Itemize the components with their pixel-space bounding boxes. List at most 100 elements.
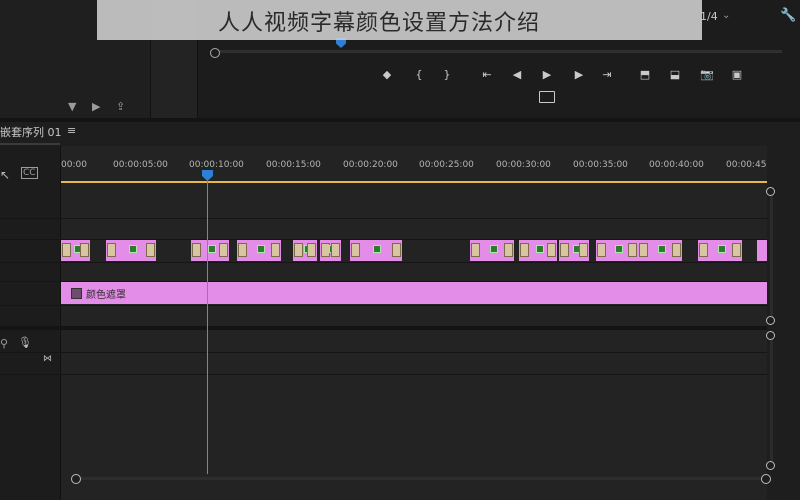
add-marker-button[interactable]: ◆: [378, 68, 396, 81]
transition-marker: [107, 243, 116, 257]
transition-marker: [560, 243, 569, 257]
watermark-title: 人人视频字幕颜色设置方法介绍: [218, 11, 541, 36]
video-scrollbar[interactable]: [770, 192, 773, 318]
ruler-tick-label: 00:00:45:: [726, 160, 770, 170]
scroll-handle[interactable]: [766, 316, 775, 325]
transition-marker: [307, 243, 316, 257]
ruler-tick-label: 00:00: [61, 160, 87, 170]
playhead-line[interactable]: [207, 178, 208, 474]
sequence-tab[interactable]: 嵌套序列 01: [0, 124, 62, 140]
video-clip[interactable]: [698, 240, 742, 261]
transition-marker: [219, 243, 228, 257]
go-to-out-button[interactable]: ⇥: [598, 68, 616, 81]
transition-marker: [628, 243, 637, 257]
video-clip[interactable]: [191, 240, 229, 261]
video-clip[interactable]: [293, 240, 317, 261]
transition-marker: [62, 243, 71, 257]
video-clip[interactable]: [470, 240, 514, 261]
step-forward-button[interactable]: ▶: [570, 68, 588, 81]
transition-marker: [192, 243, 201, 257]
video-clip[interactable]: [61, 240, 90, 261]
fx-badge-icon: [490, 245, 498, 253]
captions-icon[interactable]: CC: [21, 167, 38, 179]
video-clip[interactable]: [638, 240, 682, 261]
scroll-handle[interactable]: [766, 187, 775, 196]
video-clip[interactable]: [559, 240, 589, 261]
transition-marker: [146, 243, 155, 257]
zoom-handle-left[interactable]: [71, 474, 81, 484]
transition-marker: [699, 243, 708, 257]
ruler-tick-label: 00:00:35:00: [573, 160, 628, 170]
audio-video-separator[interactable]: [0, 326, 800, 330]
transition-marker: [351, 243, 360, 257]
lift-button[interactable]: ⬒: [636, 68, 654, 81]
fx-badge-icon: [536, 245, 544, 253]
resolution-fraction[interactable]: 1/4: [700, 10, 718, 23]
fx-badge-icon: [615, 245, 623, 253]
menu-icon[interactable]: ≡: [67, 124, 76, 137]
ruler-tick-label: 00:00:05:00: [113, 160, 168, 170]
fx-badge-icon: [71, 288, 82, 299]
ruler-tick-label: 00:00:30:00: [496, 160, 551, 170]
video-clip[interactable]: [596, 240, 638, 261]
timeline-tracks[interactable]: [61, 146, 767, 500]
video-clip[interactable]: [519, 240, 557, 261]
work-area-bar[interactable]: [61, 181, 767, 183]
snap-icon[interactable]: ↖: [0, 168, 10, 182]
mark-out-button[interactable]: }: [438, 68, 456, 81]
transition-marker: [80, 243, 89, 257]
chevron-down-icon[interactable]: ⌄: [722, 10, 730, 21]
track-headers: [0, 146, 61, 500]
audio-scrollbar[interactable]: [770, 336, 773, 464]
transition-marker: [597, 243, 606, 257]
play-button[interactable]: ▶: [538, 68, 556, 81]
transition-marker: [331, 243, 340, 257]
safe-margins-button[interactable]: [539, 91, 555, 103]
ruler-tick-label: 00:00:10:00: [189, 160, 244, 170]
transition-marker: [579, 243, 588, 257]
extract-button[interactable]: ⬓: [666, 68, 684, 81]
color-matte-label: 颜色遮罩: [86, 290, 126, 301]
ruler-tick-label: 00:00:40:00: [649, 160, 704, 170]
transition-marker: [520, 243, 529, 257]
ruler-tick-label: 00:00:15:00: [266, 160, 321, 170]
tool-icon[interactable]: ▶: [92, 100, 100, 113]
fx-badge-icon: [129, 245, 137, 253]
track-divider: [0, 374, 767, 375]
microphone-icon[interactable]: 🎙: [18, 336, 32, 349]
solo-track-icon[interactable]: ⋈: [43, 354, 52, 364]
scroll-handle[interactable]: [766, 461, 775, 470]
transition-marker: [471, 243, 480, 257]
transition-marker: [238, 243, 247, 257]
video-clip[interactable]: [757, 240, 767, 261]
horizontal-scrollbar[interactable]: [75, 477, 765, 480]
transition-marker: [504, 243, 513, 257]
track-divider: [0, 352, 767, 353]
track-divider: [0, 262, 767, 263]
transition-marker: [271, 243, 280, 257]
mark-in-button[interactable]: {: [410, 68, 428, 81]
video-clip[interactable]: [106, 240, 156, 261]
export-frame-button[interactable]: 📷: [698, 68, 716, 81]
time-ruler[interactable]: 00:00 00:00:05:00 00:00:10:00 00:00:15:00 00…: [61, 150, 770, 182]
transition-marker: [732, 243, 741, 257]
ruler-tick-label: 00:00:20:00: [343, 160, 398, 170]
wrench-icon[interactable]: 🔧: [780, 8, 796, 23]
compare-button[interactable]: ▣: [728, 68, 746, 81]
link-icon[interactable]: ⚲: [0, 337, 8, 350]
step-back-button[interactable]: ◀: [508, 68, 526, 81]
go-to-in-button[interactable]: ⇤: [478, 68, 496, 81]
tab-underline: [0, 143, 60, 145]
color-matte-clip[interactable]: [61, 282, 767, 304]
monitor-timebar[interactable]: [210, 50, 782, 53]
video-clip[interactable]: [237, 240, 281, 261]
scroll-handle[interactable]: [766, 331, 775, 340]
tool-icon[interactable]: ⇪: [116, 100, 125, 113]
timebar-start-handle[interactable]: [210, 48, 220, 58]
filter-icon[interactable]: ▼: [68, 100, 76, 113]
panel-separator: [0, 118, 800, 122]
video-clip[interactable]: [320, 240, 341, 261]
video-clip[interactable]: [350, 240, 402, 261]
zoom-handle-right[interactable]: [761, 474, 771, 484]
ruler-tick-label: 00:00:25:00: [419, 160, 474, 170]
